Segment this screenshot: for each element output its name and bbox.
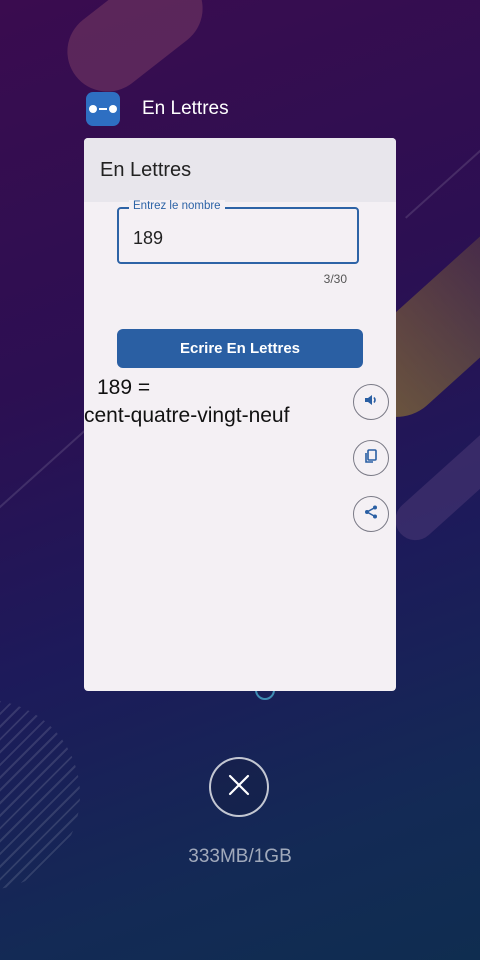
share-button[interactable]: [353, 496, 389, 532]
copy-button[interactable]: [353, 440, 389, 476]
close-icon: [227, 773, 251, 802]
convert-button[interactable]: Ecrire En Lettres: [117, 329, 363, 368]
toolbar-title: En Lettres: [100, 158, 192, 181]
speaker-icon: [363, 392, 379, 413]
copy-icon: [363, 448, 379, 469]
speak-button[interactable]: [353, 384, 389, 420]
app-icon[interactable]: [86, 92, 120, 126]
wallpaper-line: [405, 83, 480, 219]
number-input[interactable]: Entrez le nombre 189: [117, 200, 359, 264]
app-name: En Lettres: [142, 98, 229, 119]
share-icon: [363, 504, 379, 525]
number-input-label: Entrez le nombre: [129, 200, 225, 212]
character-counter: 3/30: [323, 272, 347, 286]
wallpaper-shape: [387, 411, 480, 549]
memory-usage: 333MB/1GB: [188, 846, 292, 867]
clear-all-button[interactable]: [209, 757, 269, 817]
recent-app-header[interactable]: En Lettres: [86, 92, 229, 126]
recents-screen: En Lettres En Lettres Entrez le nombre 1…: [0, 0, 480, 960]
result-number: 189 =: [97, 376, 151, 399]
number-input-value[interactable]: 189: [133, 228, 163, 249]
result-words: cent-quatre-vingt-neuf: [84, 404, 290, 427]
wallpaper-line: [0, 430, 86, 512]
recent-app-card[interactable]: En Lettres Entrez le nombre 189 3/30 Ecr…: [84, 138, 396, 691]
app-toolbar: En Lettres: [84, 138, 396, 202]
